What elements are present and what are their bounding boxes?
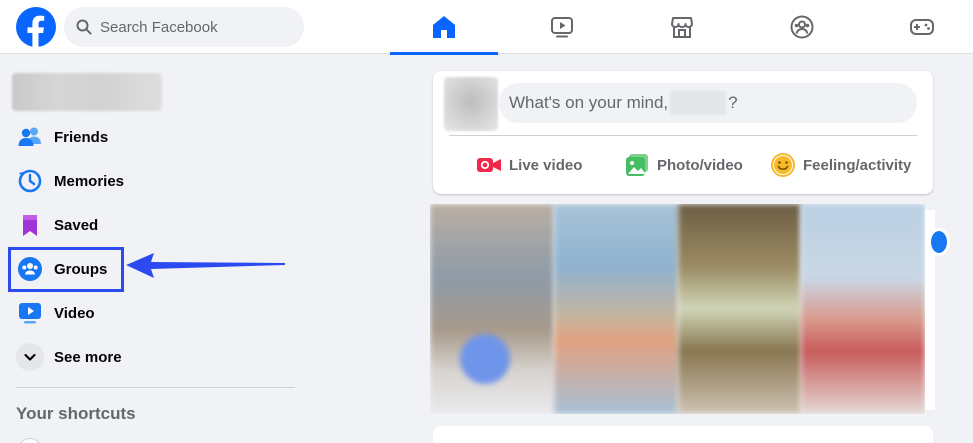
- friends-icon: [16, 123, 44, 151]
- sidebar-item-friends[interactable]: Friends: [8, 115, 298, 159]
- sidebar-item-label: Saved: [54, 216, 99, 234]
- gaming-icon: [910, 19, 934, 35]
- feeling-smiley-icon: [771, 153, 795, 177]
- story-card[interactable]: [430, 204, 554, 414]
- feed-post-card: [433, 426, 933, 443]
- saved-icon: [16, 211, 44, 239]
- search-icon: [76, 19, 92, 35]
- video-icon: [16, 299, 44, 327]
- shortcuts-heading: Your shortcuts: [16, 404, 136, 423]
- groups-nav-icon: [790, 15, 814, 39]
- tab-watch[interactable]: [508, 0, 616, 54]
- composer-prompt: What's on your mind,: [509, 93, 669, 112]
- sidebar-see-more[interactable]: See more: [8, 335, 298, 379]
- live-video-icon: [477, 155, 501, 175]
- watch-icon: [551, 17, 573, 38]
- groups-highlight-box: [8, 247, 124, 292]
- profile-avatar-name[interactable]: [12, 73, 162, 111]
- sidebar-item-label: Friends: [54, 128, 109, 146]
- marketplace-icon: [671, 17, 693, 38]
- tab-home[interactable]: [390, 0, 498, 55]
- tab-groups[interactable]: [748, 0, 856, 54]
- top-navigation-bar: [0, 0, 973, 55]
- feeling-activity-button[interactable]: Feeling/activity: [771, 149, 911, 181]
- user-name-blurred: [670, 91, 727, 115]
- photo-video-label: Photo/video: [657, 156, 743, 174]
- home-icon: [433, 16, 455, 38]
- memories-icon: [16, 167, 44, 195]
- sidebar-item-label: Video: [54, 304, 95, 322]
- feeling-activity-label: Feeling/activity: [803, 156, 912, 174]
- composer-divider: [449, 135, 917, 136]
- live-video-label: Live video: [509, 156, 583, 174]
- search-input[interactable]: [100, 18, 280, 36]
- facebook-f-icon: [27, 15, 45, 47]
- story-card[interactable]: [677, 204, 802, 414]
- composer-prompt-suffix: ?: [728, 93, 738, 112]
- photo-video-button[interactable]: Photo/video: [625, 149, 743, 181]
- sidebar-item-saved[interactable]: Saved: [8, 203, 298, 247]
- sidebar-divider: [16, 387, 295, 388]
- search-bar[interactable]: [64, 7, 304, 47]
- post-composer: What's on your mind, ? Live video Photo/…: [433, 71, 933, 194]
- shortcut-item-avatar[interactable]: [18, 438, 42, 443]
- stories-carousel: [430, 204, 925, 414]
- pointer-arrow-icon: [126, 253, 285, 278]
- chevron-down-icon: [16, 343, 44, 371]
- avatar[interactable]: [444, 77, 498, 131]
- tab-marketplace[interactable]: [628, 0, 736, 54]
- sidebar-item-label: See more: [54, 348, 122, 366]
- composer-input[interactable]: What's on your mind, ?: [499, 83, 917, 123]
- photo-video-icon: [625, 153, 649, 177]
- story-card[interactable]: [553, 204, 678, 414]
- story-card[interactable]: [801, 204, 925, 414]
- sidebar-item-label: Memories: [54, 172, 125, 190]
- story-avatar: [928, 228, 950, 256]
- live-video-button[interactable]: Live video: [477, 149, 582, 181]
- tab-gaming[interactable]: [868, 0, 973, 54]
- sidebar-item-memories[interactable]: Memories: [8, 159, 298, 203]
- facebook-logo[interactable]: [16, 7, 56, 47]
- sidebar-item-video[interactable]: Video: [8, 291, 298, 335]
